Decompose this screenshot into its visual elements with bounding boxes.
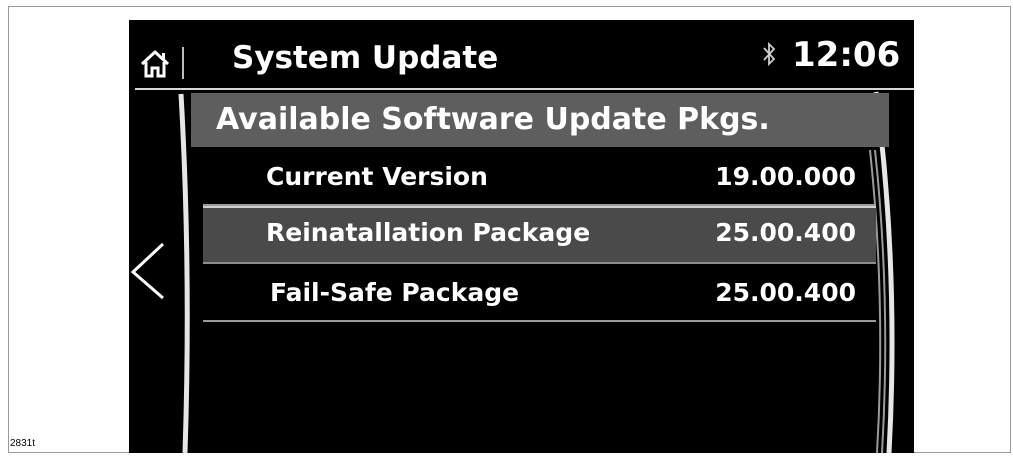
list-heading: Available Software Update Pkgs. [216, 102, 770, 137]
bluetooth-icon [763, 41, 776, 67]
list-item-label: Fail-Safe Package [270, 278, 520, 307]
back-button[interactable] [129, 240, 169, 304]
home-button[interactable] [140, 49, 170, 79]
infotainment-screen: System Update 12:06 Available Software U… [129, 20, 914, 453]
chevron-left-icon [130, 242, 165, 300]
list-item-reinstallation-package[interactable]: Reinatallation Package 25.00.400 [203, 206, 876, 264]
page-title: System Update [232, 40, 499, 76]
list-item-label: Current Version [266, 162, 488, 191]
figure-id: 2831t [10, 438, 36, 449]
clock-time: 12:06 [792, 35, 901, 75]
list-item-current-version[interactable]: Current Version 19.00.000 [203, 150, 876, 206]
header-separator [182, 47, 184, 79]
list-item-value: 25.00.400 [715, 278, 856, 307]
header-divider [135, 88, 914, 90]
list-item-label: Reinatallation Package [266, 218, 591, 247]
home-icon [140, 50, 170, 78]
list-item-value: 25.00.400 [715, 218, 856, 247]
list-item-fail-safe-package[interactable]: Fail-Safe Package 25.00.400 [203, 264, 876, 322]
list-item-value: 19.00.000 [715, 162, 856, 191]
